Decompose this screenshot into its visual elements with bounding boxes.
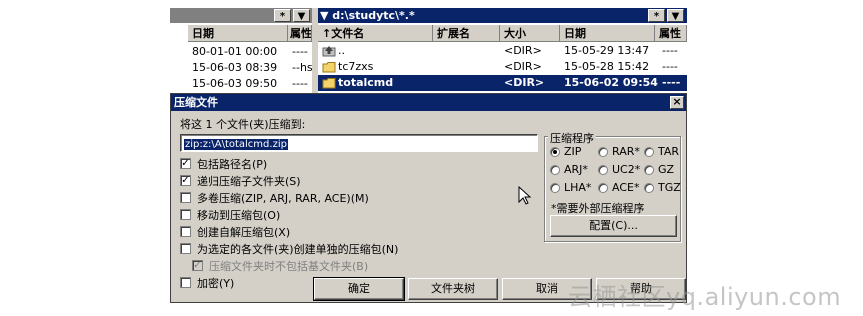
left-dropdown-button[interactable]: ▼ bbox=[293, 9, 310, 22]
radio-label: GZ bbox=[658, 163, 675, 176]
checkbox-encrypt[interactable] bbox=[180, 277, 191, 288]
right-history-button[interactable]: * bbox=[648, 9, 665, 22]
option-label: 加密(Y) bbox=[197, 277, 235, 290]
radio-button[interactable] bbox=[550, 147, 560, 157]
file-size: <DIR> bbox=[504, 76, 545, 89]
file-attr: ---- bbox=[662, 44, 678, 57]
option-label: 递归压缩子文件夹(S) bbox=[197, 175, 301, 188]
option-label: 多卷压缩(ZIP, ARJ, RAR, ACE)(M) bbox=[197, 192, 369, 205]
left-path-bar: * ▼ bbox=[170, 8, 312, 23]
radio-label: RAR* bbox=[612, 145, 640, 158]
up-folder-icon bbox=[322, 46, 336, 57]
radio-label: ZIP bbox=[564, 145, 582, 158]
target-path-value: zip:z:\A\totalcmd.zip bbox=[184, 139, 288, 150]
option-label: 包括路径名(P) bbox=[197, 158, 268, 171]
file-size: <DIR> bbox=[504, 44, 542, 57]
file-name: totalcmd bbox=[338, 76, 394, 89]
col-name-header[interactable]: ↑文件名 bbox=[318, 25, 433, 42]
target-path-input[interactable]: zip:z:\A\totalcmd.zip bbox=[180, 134, 538, 152]
col-size-header[interactable]: 大小 bbox=[500, 25, 560, 42]
file-row-selected[interactable]: totalcmd <DIR> 15-06-02 09:54 ---- bbox=[318, 75, 687, 91]
checkbox-multivolume[interactable] bbox=[180, 192, 191, 203]
folder-tree-button[interactable]: 文件夹树 bbox=[408, 278, 498, 300]
configure-button[interactable]: 配置(C)... bbox=[550, 215, 677, 237]
left-history-button[interactable]: * bbox=[274, 9, 291, 22]
option-label: 创建自解压缩包(X) bbox=[197, 226, 291, 239]
dialog-title: 压缩文件 bbox=[174, 96, 218, 109]
checkbox-recurse-subdirs[interactable]: ✓ bbox=[180, 175, 191, 186]
left-row-date: 80-01-01 00:00 bbox=[192, 45, 278, 58]
radio-button[interactable] bbox=[550, 165, 560, 175]
radio-label: LHA* bbox=[564, 181, 592, 194]
right-path-text: ▼ d:\studytc\*.* bbox=[320, 9, 415, 22]
option-label: 移动到压缩包(O) bbox=[197, 209, 281, 222]
checkbox-self-extracting[interactable] bbox=[180, 226, 191, 237]
col-date-header[interactable]: 日期 bbox=[560, 25, 655, 42]
radio-button[interactable] bbox=[644, 165, 654, 175]
packer-group-title: 压缩程序 bbox=[548, 130, 596, 146]
file-attr: ---- bbox=[662, 60, 678, 73]
left-row-attr: ---- bbox=[292, 45, 308, 58]
radio-button[interactable] bbox=[598, 165, 608, 175]
external-packer-note: *需要外部压缩程序 bbox=[551, 202, 645, 215]
left-file-panel: * ▼ 日期 属性 80-01-01 00:00 ---- 15-06-03 0… bbox=[170, 8, 312, 94]
checkbox-exclude-base-folder: ✓ bbox=[192, 260, 203, 271]
left-row-date: 15-06-03 08:39 bbox=[192, 61, 278, 74]
col-attr-header[interactable]: 属性 bbox=[655, 25, 687, 42]
file-attr: ---- bbox=[662, 76, 681, 89]
left-col-date-header[interactable]: 日期 bbox=[188, 25, 288, 42]
option-label: 为选定的各文件(夹)创建单独的压缩包(N) bbox=[197, 243, 399, 256]
close-button[interactable]: × bbox=[670, 96, 684, 109]
radio-button[interactable] bbox=[598, 183, 608, 193]
watermark-text: 云栖社区yq.aliyun.com bbox=[568, 283, 842, 311]
dialog-titlebar[interactable]: 压缩文件 × bbox=[171, 94, 686, 111]
radio-label: TGZ bbox=[658, 181, 681, 194]
right-file-panel: ▼ d:\studytc\*.* * ▼ ↑文件名 扩展名 大小 日期 属性 .… bbox=[318, 8, 687, 94]
pack-files-dialog: 压缩文件 × 将这 1 个文件(夹)压缩到: zip:z:\A\totalcmd… bbox=[170, 93, 687, 303]
file-date: 15-05-28 15:42 bbox=[564, 60, 650, 73]
right-dropdown-button[interactable]: ▼ bbox=[667, 9, 684, 22]
file-name: .. bbox=[338, 44, 345, 57]
folder-icon bbox=[322, 78, 336, 89]
file-name: tc7zxs bbox=[338, 60, 374, 73]
checkbox-move-to-archive[interactable] bbox=[180, 209, 191, 220]
right-path-bar[interactable]: ▼ d:\studytc\*.* * ▼ bbox=[318, 8, 687, 23]
radio-button[interactable] bbox=[550, 183, 560, 193]
radio-button[interactable] bbox=[598, 147, 608, 157]
radio-button[interactable] bbox=[644, 183, 654, 193]
checkbox-separate-archives[interactable] bbox=[180, 243, 191, 254]
mouse-cursor-icon bbox=[518, 186, 532, 205]
file-row[interactable]: .. <DIR> 15-05-29 13:47 ---- bbox=[318, 43, 687, 59]
file-date: 15-06-02 09:54 bbox=[564, 76, 658, 89]
ok-button[interactable]: 确定 bbox=[313, 277, 405, 301]
col-ext-header[interactable]: 扩展名 bbox=[433, 25, 500, 42]
checkbox-include-path[interactable]: ✓ bbox=[180, 158, 191, 169]
radio-button[interactable] bbox=[644, 147, 654, 157]
radio-label: UC2* bbox=[612, 163, 641, 176]
radio-label: TAR bbox=[658, 145, 680, 158]
left-row-attr: --hs bbox=[292, 61, 312, 74]
left-row-attr: ---- bbox=[292, 77, 308, 90]
left-row-date: 15-06-03 09:50 bbox=[192, 77, 278, 90]
target-prompt-label: 将这 1 个文件(夹)压缩到: bbox=[180, 118, 306, 131]
file-date: 15-05-29 13:47 bbox=[564, 44, 650, 57]
file-row[interactable]: tc7zxs <DIR> 15-05-28 15:42 ---- bbox=[318, 59, 687, 75]
file-size: <DIR> bbox=[504, 60, 542, 73]
radio-label: ARJ* bbox=[564, 163, 588, 176]
folder-icon bbox=[322, 62, 336, 73]
left-col-attr-header[interactable]: 属性 bbox=[288, 25, 312, 42]
radio-label: ACE* bbox=[612, 181, 640, 194]
option-label: 压缩文件夹时不包括基文件夹(B) bbox=[209, 260, 369, 273]
